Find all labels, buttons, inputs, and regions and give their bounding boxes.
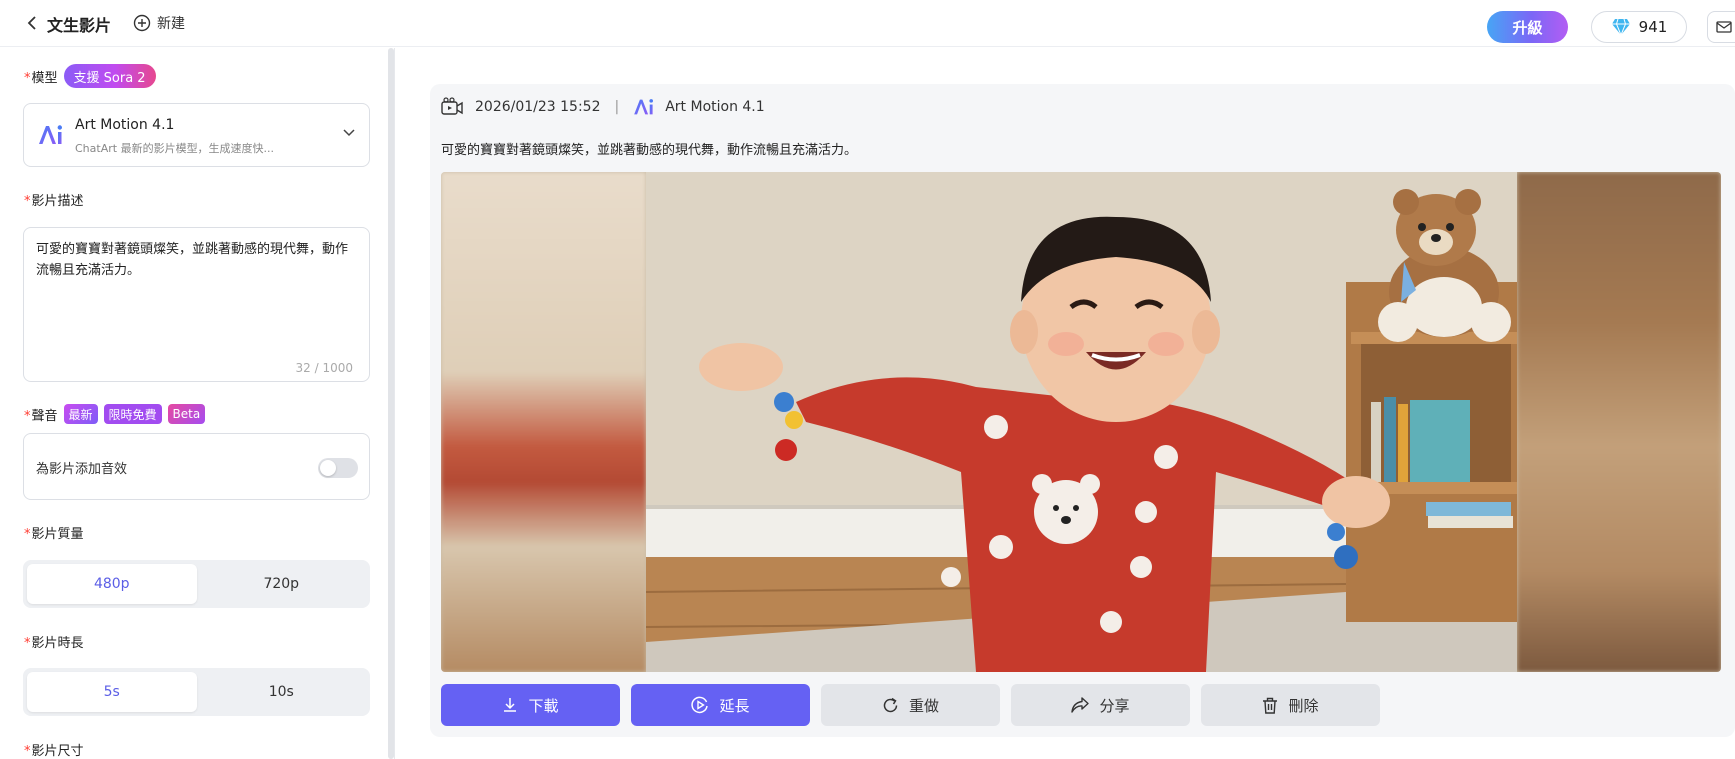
new-button-label: 新建 xyxy=(157,16,185,32)
share-label: 分享 xyxy=(1099,696,1130,715)
description-text[interactable]: 可愛的寶寶對著鏡頭燦笑，並跳著動感的現代舞，動作流暢且充滿活力。 xyxy=(36,239,356,281)
video-blur-right xyxy=(1517,172,1721,672)
quality-option-480p[interactable]: 480p xyxy=(27,564,197,604)
trash-icon xyxy=(1263,697,1278,714)
extend-label: 延長 xyxy=(719,696,750,715)
delete-label: 刪除 xyxy=(1288,696,1319,715)
settings-scrollbar[interactable] xyxy=(388,48,394,759)
meta-divider: | xyxy=(614,99,620,115)
share-icon xyxy=(1071,697,1090,713)
character-count: 32 / 1000 xyxy=(295,361,353,375)
model-name: Art Motion 4.1 xyxy=(75,117,175,133)
download-label: 下載 xyxy=(528,696,559,715)
mail-icon xyxy=(1716,21,1732,33)
new-button[interactable]: 新建 xyxy=(133,12,185,34)
size-label: *影片尺寸 xyxy=(24,744,84,759)
ai-logo-icon xyxy=(634,99,654,115)
toggle-knob xyxy=(320,460,336,476)
share-button[interactable]: 分享 xyxy=(1011,684,1190,726)
back-button[interactable] xyxy=(24,12,40,34)
video-blur-left xyxy=(441,172,646,672)
quality-selector: 480p 720p xyxy=(23,560,370,608)
delete-button[interactable]: 刪除 xyxy=(1201,684,1380,726)
free-badge: 限時免費 xyxy=(103,404,162,424)
quality-label: *影片質量 xyxy=(24,527,84,542)
duration-option-5s[interactable]: 5s xyxy=(27,672,197,712)
model-description: ChatArt 最新的影片模型，生成速度快... xyxy=(75,142,275,155)
redo-label: 重做 xyxy=(908,696,939,715)
download-button[interactable]: 下載 xyxy=(441,684,620,726)
video-camera-icon xyxy=(441,97,463,115)
credits-count: 941 xyxy=(1638,18,1668,36)
credits-balance[interactable]: 941 xyxy=(1591,11,1687,43)
top-bar: 文生影片 新建 升級 941 xyxy=(0,0,1735,47)
audio-toggle[interactable] xyxy=(318,458,358,478)
redo-button[interactable]: 重做 xyxy=(821,684,1000,726)
required-mark: * xyxy=(24,70,31,86)
result-timestamp: 2026/01/23 15:52 xyxy=(475,99,601,115)
model-label: *模型 支援 Sora 2 xyxy=(24,64,156,88)
plus-circle-icon xyxy=(133,14,151,32)
audio-label: *聲音 最新 限時免費 Beta xyxy=(24,404,206,424)
audio-toggle-label: 為影片添加音效 xyxy=(36,462,128,477)
ai-logo-icon xyxy=(39,125,62,144)
upgrade-button[interactable]: 升級 xyxy=(1487,11,1568,43)
result-actions: 下載 延長 重做 分享 刪除 xyxy=(441,684,1380,726)
chevron-down-icon xyxy=(343,129,355,137)
result-prompt: 可愛的寶寶對著鏡頭燦笑，並跳著動感的現代舞，動作流暢且充滿活力。 xyxy=(441,143,858,158)
refresh-icon xyxy=(883,697,898,712)
audio-option-card: 為影片添加音效 xyxy=(23,433,370,500)
generated-video[interactable] xyxy=(441,172,1721,672)
download-icon xyxy=(504,698,517,712)
duration-label: *影片時長 xyxy=(24,636,84,651)
sora-support-badge: 支援 Sora 2 xyxy=(63,64,156,88)
mail-button[interactable] xyxy=(1707,11,1735,43)
duration-option-10s[interactable]: 10s xyxy=(197,672,367,712)
video-frame-baby xyxy=(646,172,1517,672)
diamond-icon xyxy=(1611,18,1630,36)
play-circle-icon xyxy=(691,696,709,714)
chevron-left-icon xyxy=(27,16,36,30)
description-textarea[interactable]: 可愛的寶寶對著鏡頭燦笑，並跳著動感的現代舞，動作流暢且充滿活力。 32 / 10… xyxy=(23,227,370,382)
page-title: 文生影片 xyxy=(47,16,112,35)
new-badge: 最新 xyxy=(63,404,98,424)
result-meta: 2026/01/23 15:52 | Art Motion 4.1 xyxy=(441,96,765,118)
beta-badge: Beta xyxy=(167,404,206,424)
description-label: *影片描述 xyxy=(24,194,84,209)
model-selector[interactable]: Art Motion 4.1 ChatArt 最新的影片模型，生成速度快... xyxy=(23,103,370,167)
duration-selector: 5s 10s xyxy=(23,668,370,716)
quality-option-720p[interactable]: 720p xyxy=(197,564,367,604)
result-model-name: Art Motion 4.1 xyxy=(665,99,765,115)
extend-button[interactable]: 延長 xyxy=(631,684,810,726)
